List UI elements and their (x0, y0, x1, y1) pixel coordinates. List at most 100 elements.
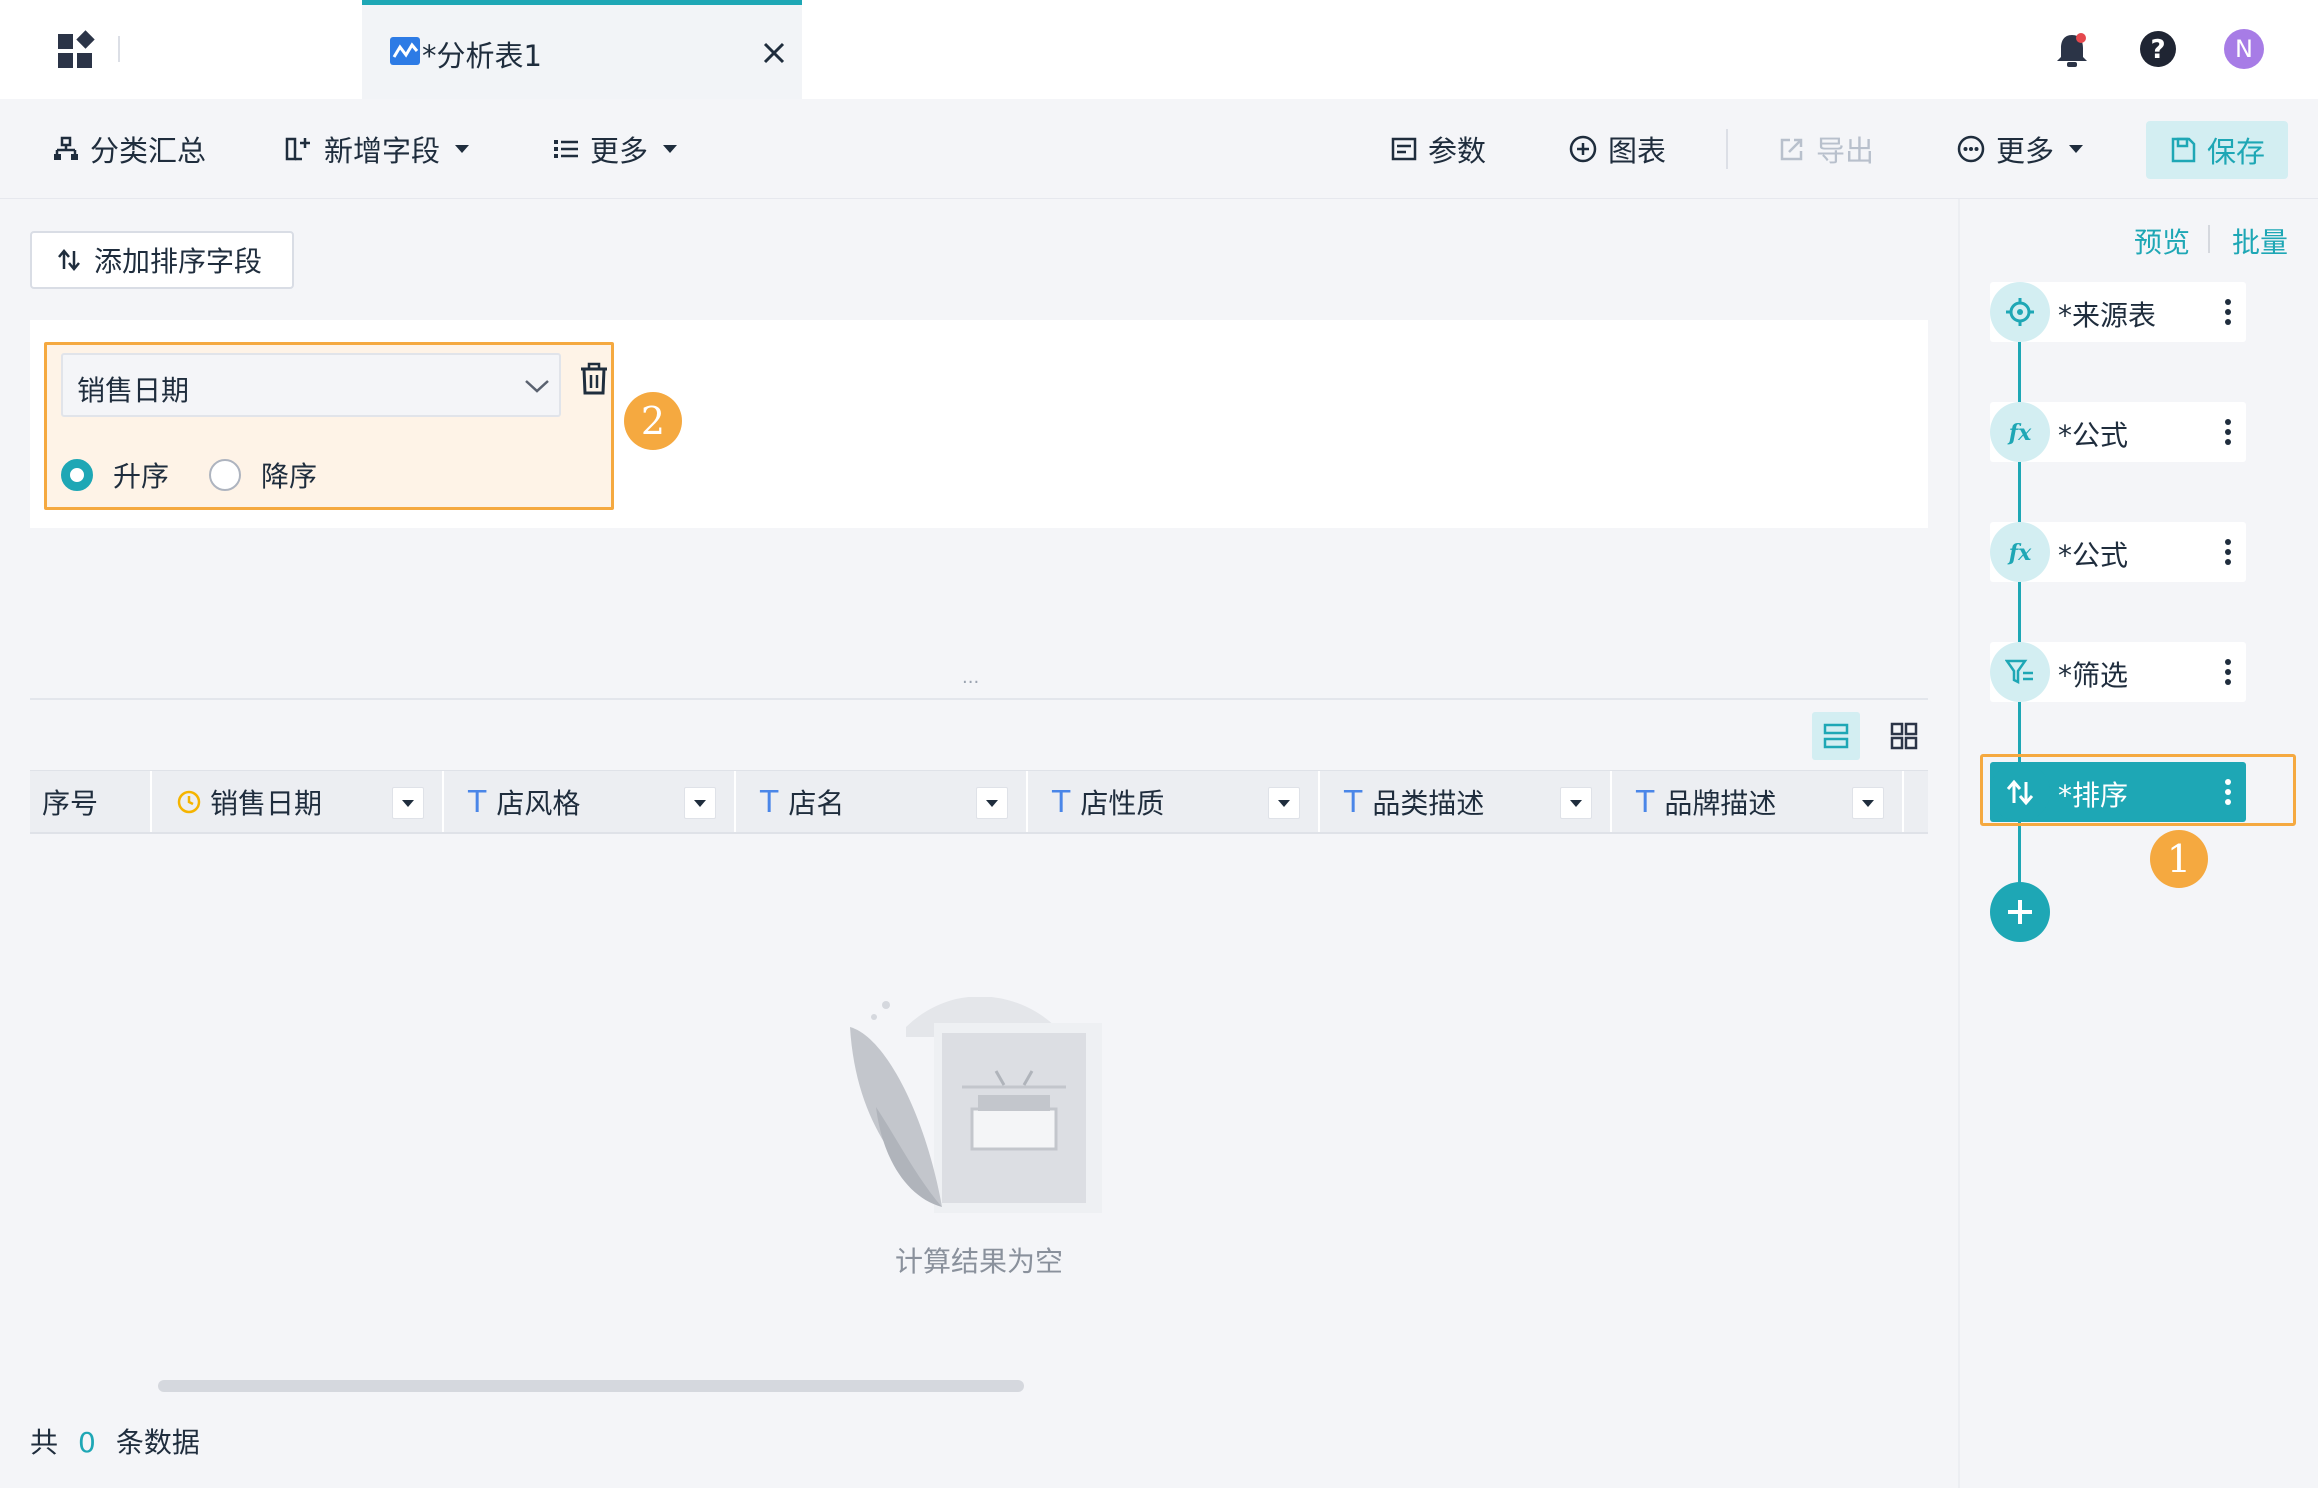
radio-unselected-icon (209, 459, 241, 491)
fx-icon: fx (1990, 402, 2050, 462)
radio-selected-icon (61, 459, 93, 491)
text-type-icon: T (468, 784, 487, 820)
text-type-icon: T (1344, 784, 1363, 820)
empty-result-text: 计算结果为空 (894, 1245, 1063, 1278)
plus-icon (2008, 900, 2032, 924)
clock-icon (177, 790, 201, 814)
column-dropdown-icon[interactable] (976, 787, 1008, 819)
export-button[interactable]: 导出 (1778, 127, 1874, 171)
sort-field-select[interactable]: 销售日期 (61, 353, 561, 417)
step-filter[interactable]: *筛选 (1990, 642, 2246, 702)
column-header-store-name[interactable]: T 店名 (736, 771, 1028, 832)
column-header-index: 序号 (30, 771, 152, 832)
chart-button[interactable]: 图表 (1568, 127, 1666, 171)
params-button[interactable]: 参数 (1390, 127, 1486, 171)
step-source-table[interactable]: *来源表 (1990, 282, 2246, 342)
horizontal-scrollbar[interactable] (158, 1380, 1024, 1392)
step-formula[interactable]: fx *公式 (1990, 402, 2246, 462)
column-header-store-type[interactable]: T 店性质 (1028, 771, 1320, 832)
more-circle-icon (1957, 135, 1985, 163)
avatar[interactable]: N (2224, 29, 2264, 69)
toolbar: 分类汇总 新增字段 更多 参数 图表 导出 更多 保存 (0, 99, 2318, 199)
sort-rule-card: 销售日期 升序 降序 (44, 342, 614, 510)
add-column-icon (285, 137, 310, 161)
empty-state-illustration (846, 997, 1110, 1219)
steps-panel: 预览 批量 *来源表 fx *公式 fx *公式 *筛选 *排序 1 (1958, 199, 2318, 1488)
column-dropdown-icon[interactable] (1560, 787, 1592, 819)
export-label: 导出 (1816, 134, 1875, 168)
text-type-icon: T (760, 784, 779, 820)
bell-icon[interactable] (2052, 30, 2092, 70)
more-menu-right[interactable]: 更多 (1956, 127, 2084, 171)
step-label: *来源表 (2058, 299, 2157, 332)
tab-analysis-sheet[interactable]: *分析表1 (362, 0, 802, 99)
divider (118, 36, 120, 62)
step-label: *公式 (2058, 419, 2129, 452)
column-dropdown-icon[interactable] (392, 787, 424, 819)
chart-label: 图表 (1608, 134, 1667, 168)
help-icon[interactable]: ? (2138, 29, 2178, 69)
panel-splitter[interactable] (30, 698, 1928, 700)
add-field-dropdown[interactable]: 新增字段 (284, 127, 470, 171)
add-sort-field-button[interactable]: 添加排序字段 (30, 231, 294, 289)
callout-marker-2: 2 (624, 392, 682, 450)
column-dropdown-icon[interactable] (684, 787, 716, 819)
step-formula[interactable]: fx *公式 (1990, 522, 2246, 582)
kebab-menu-icon[interactable] (2222, 656, 2234, 688)
drag-handle-icon[interactable]: ··· (962, 672, 979, 693)
text-type-icon: T (1636, 784, 1655, 820)
filter-icon (1990, 642, 2050, 702)
kebab-menu-icon[interactable] (2222, 536, 2234, 568)
sort-field-value: 销售日期 (77, 374, 190, 407)
divider (2208, 225, 2210, 253)
record-count-value: 0 (78, 1426, 96, 1459)
record-count: 共 0 条数据 (30, 1421, 200, 1461)
params-label: 参数 (1428, 134, 1487, 168)
list-icon (554, 140, 578, 158)
tab-title: *分析表1 (422, 39, 542, 73)
close-icon[interactable] (760, 39, 788, 67)
ascending-radio[interactable]: 升序 (61, 455, 169, 495)
column-header-brand[interactable]: T 品牌描述 (1612, 771, 1904, 832)
column-header-sale-date[interactable]: 销售日期 (152, 771, 444, 832)
grid-view-button[interactable] (1880, 712, 1928, 760)
more-menu-left[interactable]: 更多 (552, 127, 678, 171)
column-label: 品牌描述 (1664, 787, 1777, 820)
svg-text:fx: fx (2007, 540, 2032, 566)
group-summary-button[interactable]: 分类汇总 (52, 127, 206, 171)
descending-radio[interactable]: 降序 (209, 455, 317, 495)
caret-down-icon (455, 145, 470, 153)
svg-text:fx: fx (2007, 420, 2032, 446)
main-area: 添加排序字段 销售日期 升序 降序 2 ··· 序号 销售日期 T 店风格 T … (0, 199, 1958, 1488)
record-count-prefix: 共 (30, 1426, 59, 1459)
column-header-category[interactable]: T 品类描述 (1320, 771, 1612, 832)
chevron-down-icon (523, 375, 551, 397)
ascending-label: 升序 (113, 460, 170, 493)
grid-view-icon (1890, 722, 1918, 750)
save-icon (2171, 137, 2196, 163)
add-step-button[interactable] (1990, 882, 2050, 942)
save-button[interactable]: 保存 (2146, 121, 2288, 179)
column-label: 序号 (42, 787, 99, 820)
add-sort-field-label: 添加排序字段 (94, 245, 263, 278)
apps-grid-icon[interactable] (56, 30, 98, 72)
kebab-menu-icon[interactable] (2222, 296, 2234, 328)
column-label: 店名 (788, 787, 845, 820)
text-type-icon: T (1052, 784, 1071, 820)
column-dropdown-icon[interactable] (1268, 787, 1300, 819)
batch-link[interactable]: 批量 (2232, 221, 2288, 261)
list-view-icon (1823, 723, 1849, 749)
descending-label: 降序 (261, 460, 318, 493)
column-header-store-style[interactable]: T 店风格 (444, 771, 736, 832)
step-label: *筛选 (2058, 659, 2129, 692)
sort-icon (58, 249, 80, 271)
preview-link[interactable]: 预览 (2134, 221, 2190, 261)
delete-icon[interactable] (577, 361, 611, 397)
fx-icon: fx (1990, 522, 2050, 582)
more-label: 更多 (590, 134, 649, 168)
plus-circle-icon (1569, 135, 1597, 163)
sort-rules-panel: 销售日期 升序 降序 2 (30, 320, 1928, 528)
column-dropdown-icon[interactable] (1852, 787, 1884, 819)
kebab-menu-icon[interactable] (2222, 416, 2234, 448)
list-view-button[interactable] (1812, 712, 1860, 760)
